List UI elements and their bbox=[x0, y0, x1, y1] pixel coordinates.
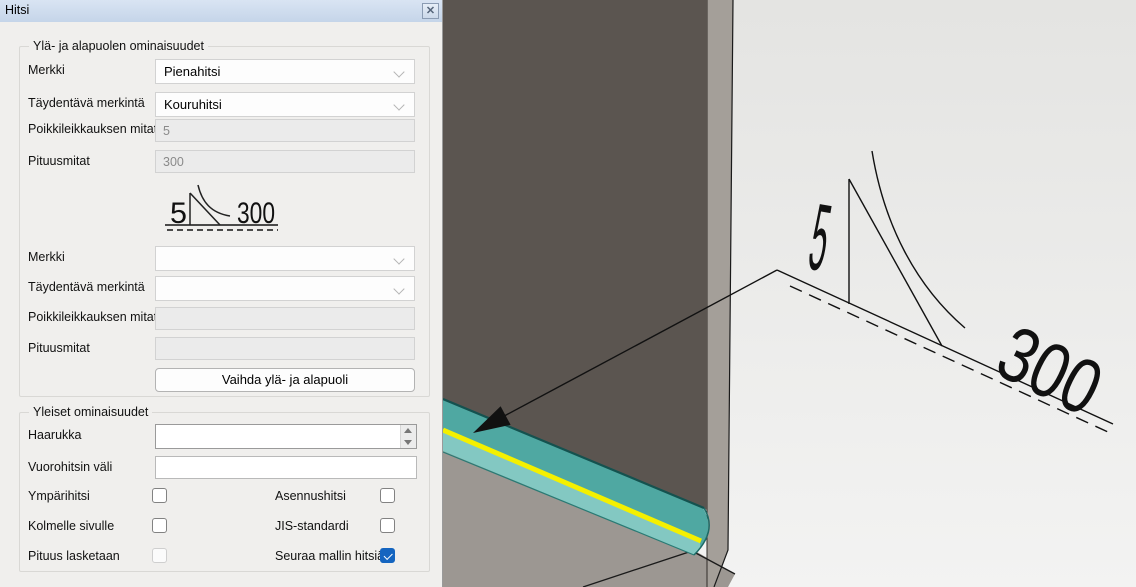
close-button[interactable]: ✕ bbox=[422, 3, 439, 19]
symbol-length-text: 300 bbox=[237, 197, 275, 230]
label-pituus-top: Pituusmitat bbox=[28, 154, 90, 168]
symbol-size-text: 5 bbox=[170, 197, 187, 230]
checkbox-ymparihitsi[interactable] bbox=[152, 488, 167, 503]
dialog-title: Hitsi bbox=[5, 3, 29, 17]
vuorohitsin-vali-input[interactable] bbox=[155, 456, 417, 479]
label-vuorohitsin-vali: Vuorohitsin väli bbox=[28, 460, 112, 474]
combo-taydentava-bottom[interactable] bbox=[155, 276, 415, 301]
input-pituus-top[interactable] bbox=[155, 150, 415, 173]
model-3d-viewport[interactable]: 5 300 bbox=[443, 0, 1136, 587]
close-icon: ✕ bbox=[426, 5, 435, 17]
combo-merkki-top[interactable]: Pienahitsi bbox=[155, 59, 415, 84]
label-pituus-bottom: Pituusmitat bbox=[28, 341, 90, 355]
label-pituus-lasketaan: Pituus lasketaan bbox=[28, 549, 120, 563]
checkbox-kolmelle-sivulle[interactable] bbox=[152, 518, 167, 533]
label-poikkileikkaus-top: Poikkileikkauksen mitat bbox=[28, 122, 157, 136]
label-ymparihitsi: Ympärihitsi bbox=[28, 489, 90, 503]
weld-properties-dialog: Hitsi ✕ Ylä- ja alapuolen ominaisuudet M… bbox=[0, 0, 443, 587]
combo-merkki-bottom[interactable] bbox=[155, 246, 415, 271]
input-pituus-bottom[interactable] bbox=[155, 337, 415, 360]
spinner-up-icon[interactable] bbox=[404, 428, 412, 433]
label-kolmelle-sivulle: Kolmelle sivulle bbox=[28, 519, 114, 533]
combo-taydentava-top[interactable]: Kouruhitsi bbox=[155, 92, 415, 117]
group-general-legend: Yleiset ominaisuudet bbox=[29, 405, 152, 419]
checkbox-asennushitsi[interactable] bbox=[380, 488, 395, 503]
haarukka-spinner-field[interactable] bbox=[155, 424, 417, 449]
weld-symbol-preview: 5 300 bbox=[150, 176, 290, 238]
checkbox-pituus-lasketaan bbox=[152, 548, 167, 563]
symbol-fillet-hypotenuse bbox=[190, 193, 220, 225]
label-haarukka: Haarukka bbox=[28, 428, 82, 442]
label-merkki-top: Merkki bbox=[28, 63, 65, 77]
label-taydentava-bottom: Täydentävä merkintä bbox=[28, 280, 145, 294]
spinner-down-icon[interactable] bbox=[404, 440, 412, 445]
application-window: Hitsi ✕ Ylä- ja alapuolen ominaisuudet M… bbox=[0, 0, 1136, 587]
label-seuraa-mallin-hitsia: Seuraa mallin hitsiä bbox=[275, 549, 384, 563]
dialog-titlebar[interactable]: Hitsi ✕ bbox=[0, 0, 442, 22]
checkbox-seuraa-mallin-hitsia[interactable] bbox=[380, 548, 395, 563]
swap-top-bottom-button[interactable]: Vaihda ylä- ja alapuoli bbox=[155, 368, 415, 392]
symbol-contour-curve bbox=[198, 185, 230, 216]
combo-taydentava-top-value: Kouruhitsi bbox=[164, 97, 222, 112]
label-merkki-bottom: Merkki bbox=[28, 250, 65, 264]
checkbox-jis-standardi[interactable] bbox=[380, 518, 395, 533]
combo-merkki-top-value: Pienahitsi bbox=[164, 64, 220, 79]
label-jis-standardi: JIS-standardi bbox=[275, 519, 349, 533]
input-poikkileikkaus-bottom[interactable] bbox=[155, 307, 415, 330]
spinner-buttons[interactable] bbox=[400, 425, 416, 448]
input-poikkileikkaus-top[interactable] bbox=[155, 119, 415, 142]
label-poikkileikkaus-bottom: Poikkileikkauksen mitat bbox=[28, 310, 157, 324]
group-top-bottom-legend: Ylä- ja alapuolen ominaisuudet bbox=[29, 39, 208, 53]
label-asennushitsi: Asennushitsi bbox=[275, 489, 346, 503]
label-taydentava-top: Täydentävä merkintä bbox=[28, 96, 145, 110]
